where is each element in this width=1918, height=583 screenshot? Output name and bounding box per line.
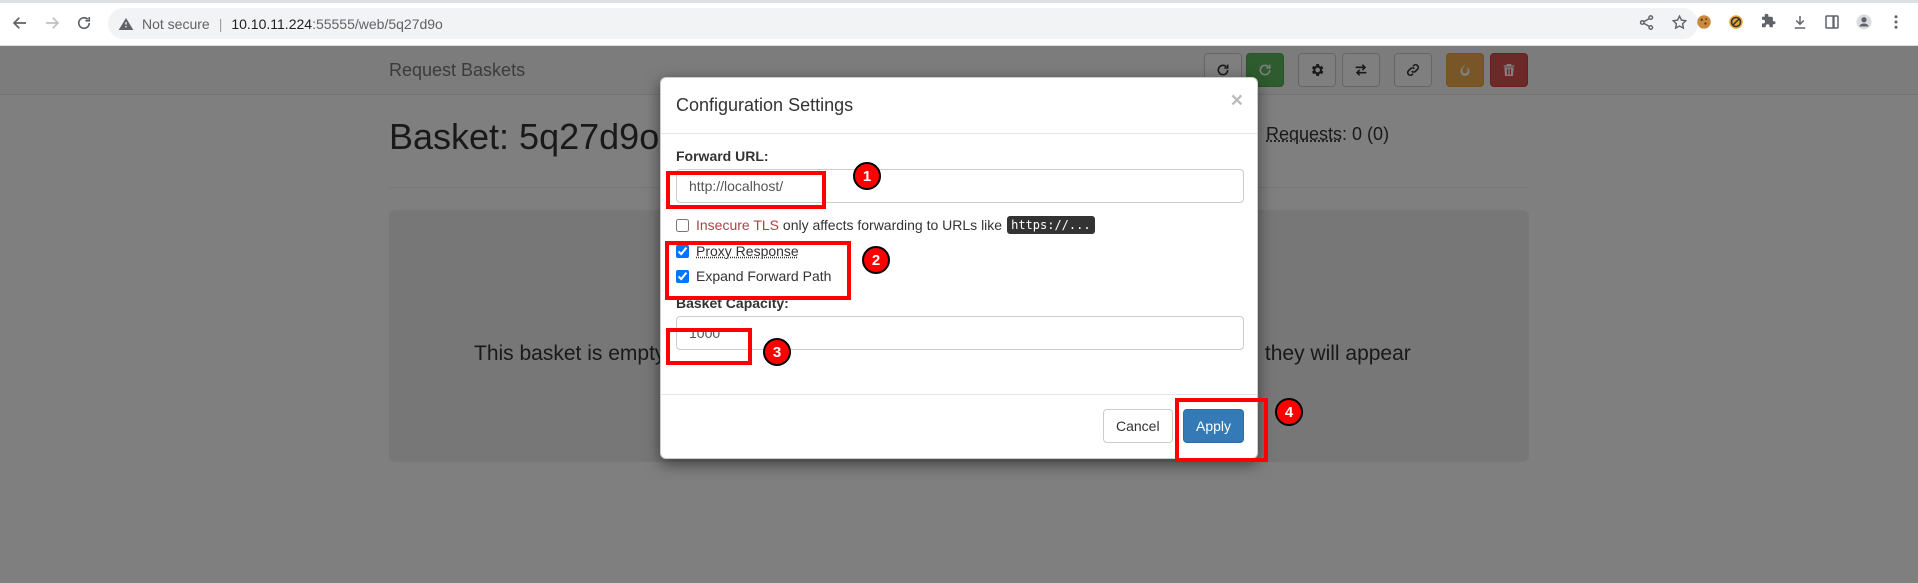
annotation-badge-1: 1 — [853, 162, 881, 190]
modal-body: Forward URL: Insecure TLS only affects f… — [661, 134, 1257, 394]
basket-capacity-input[interactable] — [676, 316, 1244, 350]
forward-url-input[interactable] — [676, 169, 1244, 203]
forward-icon[interactable] — [40, 11, 64, 35]
side-panel-icon[interactable] — [1822, 12, 1842, 32]
annotation-badge-2: 2 — [862, 246, 890, 274]
profile-avatar-icon[interactable] — [1854, 12, 1874, 32]
modal-title: Configuration Settings — [676, 95, 854, 115]
insecure-tls-help: only affects forwarding to URLs like — [782, 217, 1003, 233]
bookmark-star-icon[interactable] — [1671, 14, 1688, 31]
cancel-button[interactable]: Cancel — [1103, 409, 1173, 443]
proxy-response-checkbox[interactable] — [676, 244, 689, 258]
modal-header: Configuration Settings × — [661, 78, 1257, 134]
puzzle-extensions-icon[interactable] — [1758, 12, 1778, 32]
expand-forward-path-label: Expand Forward Path — [696, 268, 832, 284]
tab-strip-edge — [0, 0, 1918, 3]
url-path: :55555/web/5q27d9o — [312, 15, 443, 32]
apply-button[interactable]: Apply — [1183, 409, 1245, 443]
forward-url-label: Forward URL: — [676, 148, 769, 164]
warning-icon — [118, 17, 134, 30]
reload-icon[interactable] — [72, 11, 96, 35]
annotation-badge-3: 3 — [763, 338, 791, 366]
expand-forward-path-row: Expand Forward Path — [676, 268, 831, 284]
share-icon[interactable] — [1638, 14, 1655, 31]
close-icon[interactable]: × — [1231, 89, 1243, 113]
modal-footer: Cancel Apply — [661, 394, 1257, 460]
more-menu-icon[interactable] — [1886, 12, 1906, 32]
configuration-modal: Configuration Settings × Forward URL: In… — [660, 77, 1258, 459]
expand-forward-path-checkbox[interactable] — [676, 269, 689, 283]
address-bar[interactable]: Not secure | 10.10.11.224:55555/web/5q27… — [108, 8, 1698, 39]
block-extension-icon[interactable] — [1726, 12, 1746, 32]
insecure-tls-label: Insecure TLS — [696, 217, 780, 233]
browser-toolbar: Not secure | 10.10.11.224:55555/web/5q27… — [0, 0, 1918, 46]
not-secure-label: Not secure — [142, 15, 210, 32]
address-separator: | — [218, 15, 223, 32]
insecure-tls-row: Insecure TLS only affects forwarding to … — [676, 216, 1095, 234]
cookie-extension-icon[interactable] — [1694, 12, 1714, 32]
url-host: 10.10.11.224 — [231, 15, 313, 32]
download-icon[interactable] — [1790, 12, 1810, 32]
back-icon[interactable] — [8, 11, 32, 35]
insecure-tls-checkbox[interactable] — [676, 218, 689, 232]
basket-capacity-label: Basket Capacity: — [676, 295, 789, 311]
proxy-response-row: Proxy Response — [676, 243, 799, 259]
proxy-response-label: Proxy Response — [696, 243, 799, 259]
https-code-sample: https://... — [1007, 216, 1095, 234]
annotation-badge-4: 4 — [1275, 398, 1303, 426]
